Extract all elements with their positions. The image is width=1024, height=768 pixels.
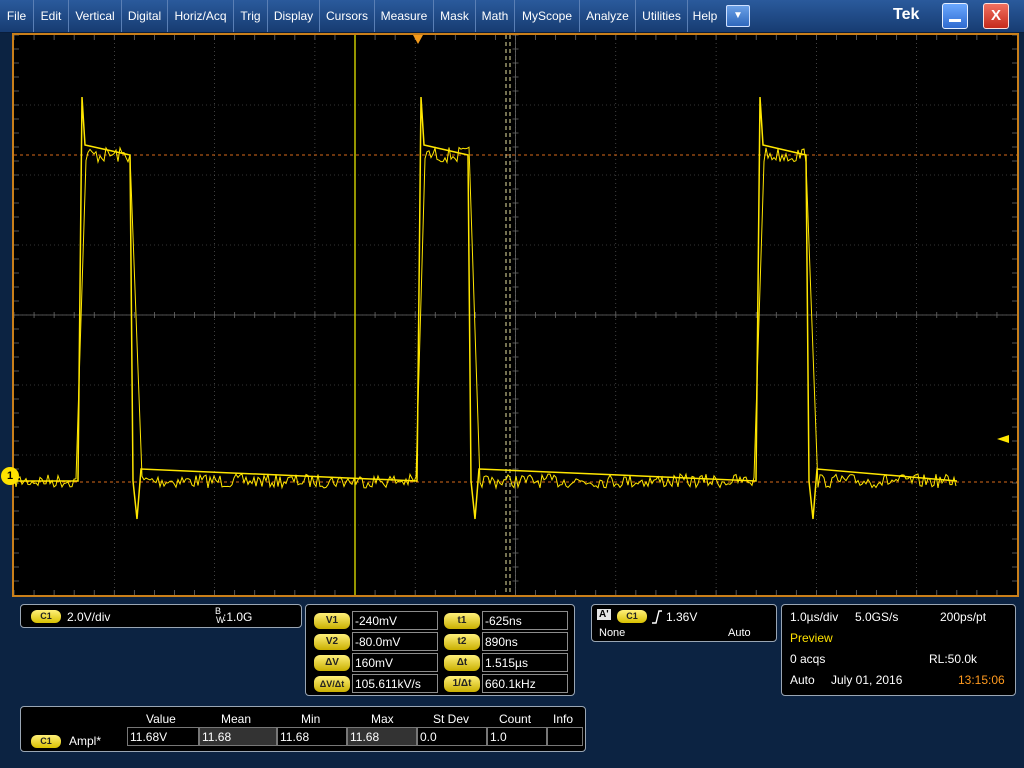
inv-delta-t-value: 660.1kHz: [482, 674, 568, 693]
meas-header-max: Max: [371, 712, 394, 726]
delta-v-label: ΔV: [314, 655, 350, 671]
acquisition-count: 0 acqs: [790, 652, 826, 666]
acquisition-status: Preview: [790, 631, 833, 645]
t1-label: t1: [444, 613, 480, 629]
meas-mean: 11.68: [199, 727, 277, 746]
meas-header-mean: Mean: [221, 712, 252, 726]
menu-horiz-acq[interactable]: Horiz/Acq: [168, 0, 234, 32]
t1-value: -625ns: [482, 611, 568, 630]
trigger-panel[interactable]: A' C1 1.36V None Auto: [591, 604, 777, 642]
time-per-div: 1.0µs/div: [790, 610, 839, 624]
minimize-button[interactable]: [942, 3, 968, 29]
menu-cursors[interactable]: Cursors: [320, 0, 375, 32]
delta-t-value: 1.515µs: [482, 653, 568, 672]
time-resolution: 200ps/pt: [940, 610, 987, 624]
t2-value: 890ns: [482, 632, 568, 651]
trigger-coupling: None: [599, 627, 626, 639]
meas-header-count: Count: [499, 712, 532, 726]
tek-logo: Tek: [893, 6, 920, 23]
inv-delta-t-label: 1/Δt: [444, 676, 480, 692]
measurements-panel[interactable]: Value Mean Min Max St Dev Count Info C1 …: [20, 706, 586, 752]
record-length: RL:50.0k: [929, 652, 978, 666]
menu-file[interactable]: File: [0, 0, 34, 32]
trigger-level: 1.36V: [666, 610, 698, 624]
meas-info: [547, 727, 583, 746]
delta-t-label: Δt: [444, 655, 480, 671]
delta-v-value: 160mV: [352, 653, 438, 672]
chevron-down-icon[interactable]: ▼: [726, 5, 750, 27]
menu-measure[interactable]: Measure: [375, 0, 434, 32]
menu-mask[interactable]: Mask: [434, 0, 476, 32]
acquisition-panel[interactable]: 1.0µs/div 5.0GS/s 200ps/pt Preview 0 acq…: [781, 604, 1016, 696]
menu-utilities[interactable]: Utilities: [636, 0, 688, 32]
v2-value: -80.0mV: [352, 632, 438, 651]
meas-count: 1.0: [487, 727, 547, 746]
menu-myscope[interactable]: MyScope: [515, 0, 580, 32]
channel-1-marker[interactable]: 1: [1, 467, 19, 485]
meas-header-value: Value: [146, 712, 176, 726]
menu-vertical[interactable]: Vertical: [69, 0, 122, 32]
waveform-trace-noise: [14, 146, 957, 490]
waveform-display[interactable]: [12, 33, 1019, 597]
t2-label: t2: [444, 634, 480, 650]
menu-bar: File Edit Vertical Digital Horiz/Acq Tri…: [0, 0, 1024, 33]
meas-name: Ampl*: [69, 734, 102, 748]
acquisition-date: July 01, 2016: [831, 673, 903, 687]
menu-display[interactable]: Display: [268, 0, 320, 32]
trigger-mode: Auto: [728, 627, 751, 639]
meas-min: 11.68: [277, 727, 347, 746]
channel-badge: C1: [31, 610, 61, 623]
dv-dt-label: ΔV/Δt: [314, 676, 350, 692]
meas-source-badge: C1: [31, 735, 61, 748]
menu-analyze[interactable]: Analyze: [580, 0, 636, 32]
menu-trig[interactable]: Trig: [234, 0, 268, 32]
graticule-grid: [14, 35, 1017, 595]
meas-max: 11.68: [347, 727, 417, 746]
waveform-graticule-svg: [14, 35, 1017, 595]
v1-value: -240mV: [352, 611, 438, 630]
bandwidth-value: :1.0G: [223, 610, 253, 624]
meas-header-info: Info: [553, 712, 574, 726]
v1-label: V1: [314, 613, 350, 629]
meas-value: 11.68V: [127, 727, 199, 746]
menu-digital[interactable]: Digital: [122, 0, 168, 32]
channel-panel[interactable]: C1 2.0V/div B W :1.0G: [20, 604, 302, 628]
meas-stdev: 0.0: [417, 727, 487, 746]
acquisition-time: 13:15:06: [958, 673, 1005, 687]
waveform-trace: [14, 96, 958, 520]
acquisition-mode: Auto: [790, 673, 815, 687]
trigger-label: A': [597, 609, 611, 620]
trigger-position-marker: [413, 35, 423, 44]
close-button[interactable]: X: [983, 3, 1009, 29]
trigger-level-marker: [997, 435, 1009, 443]
sample-rate: 5.0GS/s: [855, 610, 899, 624]
meas-header-stdev: St Dev: [433, 712, 470, 726]
meas-header-min: Min: [301, 712, 321, 726]
v2-label: V2: [314, 634, 350, 650]
menu-math[interactable]: Math: [476, 0, 515, 32]
dv-dt-value: 105.611kV/s: [352, 674, 438, 693]
rising-edge-icon: [652, 610, 662, 624]
trigger-source-badge: C1: [617, 610, 647, 623]
cursor-readout-panel[interactable]: V1 -240mV V2 -80.0mV ΔV 160mV ΔV/Δt 105.…: [305, 604, 575, 696]
channel-scale: 2.0V/div: [67, 610, 111, 624]
menu-edit[interactable]: Edit: [34, 0, 69, 32]
menu-help[interactable]: Help: [688, 0, 722, 32]
